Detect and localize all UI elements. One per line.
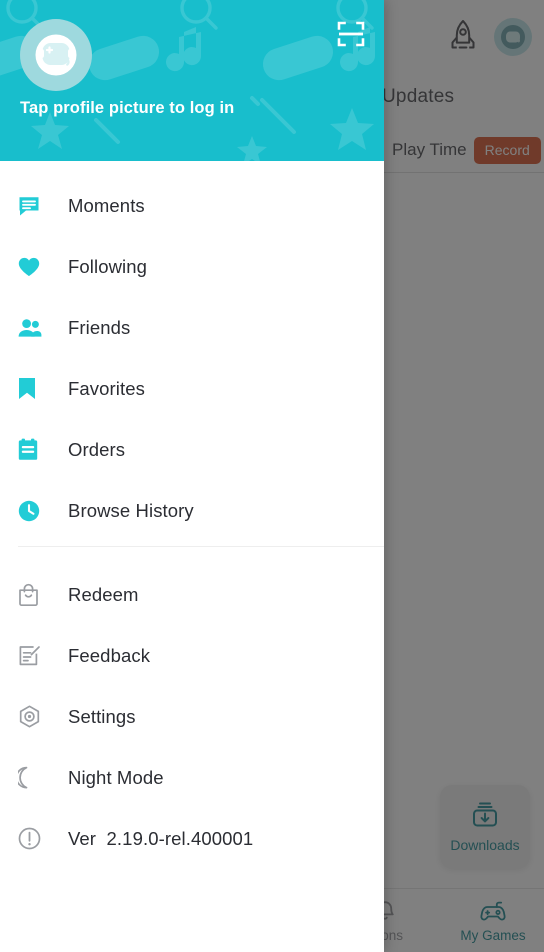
menu-label-night-mode: Night Mode [68,766,164,788]
chat-bubble-icon [18,195,50,217]
moon-icon [18,766,50,789]
info-circle-icon [18,827,50,850]
scan-qr-icon[interactable] [336,19,366,49]
menu-item-night-mode[interactable]: Night Mode [0,747,384,808]
menu-item-moments[interactable]: Moments [0,175,384,236]
shopping-bag-icon [18,583,50,606]
login-prompt[interactable]: Tap profile picture to log in [20,99,234,118]
drawer-header: Tap profile picture to log in [0,0,384,161]
menu-item-friends[interactable]: Friends [0,297,384,358]
drawer-primary-group: Moments Following Friends Favorites Orde… [0,161,384,541]
menu-label-browse-history: Browse History [68,499,194,521]
menu-label-settings: Settings [68,705,136,727]
bookmark-icon [18,377,50,400]
menu-label-moments: Moments [68,194,145,216]
menu-label-feedback: Feedback [68,644,151,666]
menu-item-following[interactable]: Following [0,236,384,297]
menu-label-following: Following [68,255,148,277]
menu-item-version[interactable]: Ver 2.19.0-rel.400001 [0,808,384,869]
drawer-secondary-group: Redeem Feedback Settings Night Mode Ver … [0,552,384,869]
menu-label-orders: Orders [68,438,126,460]
gear-hexagon-icon [18,704,50,729]
menu-item-orders[interactable]: Orders [0,419,384,480]
menu-item-browse-history[interactable]: Browse History [0,480,384,541]
menu-label-redeem: Redeem [68,583,139,605]
menu-item-feedback[interactable]: Feedback [0,625,384,686]
drawer-section-divider [18,546,384,547]
edit-form-icon [18,644,50,667]
clock-icon [18,500,50,522]
menu-item-redeem[interactable]: Redeem [0,564,384,625]
heart-icon [18,257,50,277]
drawer-scrim-overlay[interactable] [384,0,544,952]
astronaut-helmet-avatar [31,30,81,80]
menu-label-version: Ver 2.19.0-rel.400001 [68,827,254,849]
app-screen: Updates Play Time Record Downloads [0,0,544,952]
friends-group-icon [18,318,50,338]
menu-label-favorites: Favorites [68,377,145,399]
navigation-drawer: Tap profile picture to log in Moments Fo… [0,0,384,952]
clipboard-icon [18,438,50,461]
menu-item-favorites[interactable]: Favorites [0,358,384,419]
menu-label-friends: Friends [68,316,131,338]
profile-avatar[interactable] [20,19,92,91]
menu-item-settings[interactable]: Settings [0,686,384,747]
